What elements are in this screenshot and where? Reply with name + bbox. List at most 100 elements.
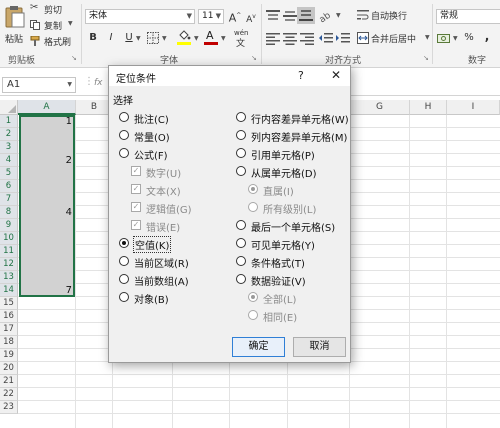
orientation-icon[interactable]: ab [319, 9, 335, 23]
comma-button[interactable]: , [480, 29, 494, 43]
cancel-button[interactable]: 取消 [293, 337, 346, 357]
merge-center-button[interactable]: 合并后居中 ▼ [357, 31, 433, 45]
row-header-6[interactable]: 6 [0, 180, 18, 193]
row-header-12[interactable]: 12 [0, 258, 18, 271]
row-header-7[interactable]: 7 [0, 193, 18, 206]
option-label: 行内容差异单元格(W) [251, 115, 349, 126]
row-header-8[interactable]: 8 [0, 206, 18, 219]
font-name-dropdown[interactable]: 宋体 ▼ [85, 9, 195, 24]
cell-a4[interactable]: 2 [20, 154, 72, 167]
align-bottom-icon [299, 10, 313, 21]
copy-button[interactable]: 复制 ▼ [30, 19, 74, 32]
radio-icon [119, 274, 129, 284]
chevron-down-icon: ▼ [336, 12, 341, 19]
fill-color-button[interactable] [176, 30, 192, 46]
row-header-11[interactable]: 11 [0, 245, 18, 258]
chevron-down-icon: ▼ [162, 35, 167, 42]
align-left-icon[interactable] [266, 33, 280, 45]
format-painter-label: 格式刷 [44, 38, 72, 48]
checkbox-icon: ✓ [131, 184, 141, 194]
column-header-h[interactable]: H [410, 100, 447, 115]
number-format-value: 常规 [440, 11, 459, 21]
row-header-16[interactable]: 16 [0, 310, 18, 323]
row-header-3[interactable]: 3 [0, 141, 18, 154]
align-top-icon[interactable] [266, 10, 280, 22]
row-header-14[interactable]: 14 [0, 284, 18, 297]
phonetic-char: 文 [236, 39, 246, 49]
bold-button[interactable]: B [86, 31, 100, 45]
increase-font-button[interactable]: A^ [228, 9, 242, 25]
column-header-a[interactable]: A [18, 100, 76, 115]
row-header-21[interactable]: 21 [0, 375, 18, 388]
borders-icon[interactable] [147, 32, 159, 44]
phonetic-button[interactable]: wén 文 [234, 29, 256, 49]
align-bottom-button[interactable] [297, 7, 315, 24]
row-header-15[interactable]: 15 [0, 297, 18, 310]
row-header-13[interactable]: 13 [0, 271, 18, 284]
underline-button[interactable]: U [122, 31, 136, 45]
cut-button[interactable]: ✂ 剪切 [30, 2, 74, 16]
close-icon[interactable]: ✕ [331, 68, 341, 82]
currency-icon[interactable] [437, 33, 451, 45]
option-label: 从属单元格(D) [251, 169, 317, 180]
option-label: 当前数组(A) [134, 277, 189, 288]
column-header-g[interactable]: G [350, 100, 410, 115]
italic-button[interactable]: I [104, 31, 118, 45]
row-header-4[interactable]: 4 [0, 154, 18, 167]
chevron-down-icon: ▼ [215, 12, 221, 20]
paste-button[interactable]: 粘贴 [2, 3, 28, 49]
row-header-22[interactable]: 22 [0, 388, 18, 401]
option-label: 可见单元格(Y) [251, 241, 315, 252]
align-center-icon[interactable] [283, 33, 297, 45]
checkbox-icon: ✓ [131, 202, 141, 212]
cell-a1[interactable]: 1 [20, 115, 72, 128]
row-header-9[interactable]: 9 [0, 219, 18, 232]
radio-icon [236, 148, 246, 158]
wrap-text-button[interactable]: 自动换行 [357, 8, 417, 22]
font-size-dropdown[interactable]: 11 ▼ [198, 9, 224, 24]
row-header-17[interactable]: 17 [0, 323, 18, 336]
help-icon[interactable]: ? [298, 69, 304, 82]
format-painter-button[interactable]: 格式刷 [30, 35, 78, 48]
radio-icon [248, 184, 258, 194]
merge-center-icon [357, 32, 369, 44]
radio-icon [236, 166, 246, 176]
row-header-23[interactable]: 23 [0, 401, 18, 414]
option-label: 逻辑值(G) [146, 205, 192, 216]
chevron-down-icon: ▼ [68, 20, 73, 27]
name-box[interactable]: A1 ▼ [2, 77, 76, 93]
number-format-dropdown[interactable]: 常规 [436, 9, 500, 24]
cell-a8[interactable]: 4 [20, 206, 72, 219]
formula-label: fx [94, 78, 103, 88]
font-color-bar [204, 42, 218, 45]
fx-icon: fx [94, 78, 103, 88]
percent-button[interactable]: % [462, 31, 476, 45]
row-header-19[interactable]: 19 [0, 349, 18, 362]
dialog-titlebar[interactable]: 定位条件 ? ✕ [109, 66, 350, 86]
select-all-corner[interactable] [0, 100, 18, 115]
row-header-2[interactable]: 2 [0, 128, 18, 141]
cell-a14[interactable]: 7 [20, 284, 72, 297]
option-label: 直属(I) [263, 187, 294, 198]
row-header-20[interactable]: 20 [0, 362, 18, 375]
chevron-down-icon: ▼ [221, 35, 226, 42]
ok-button[interactable]: 确定 [232, 337, 285, 357]
increase-indent-icon[interactable] [336, 33, 350, 45]
decrease-font-button[interactable]: Av [244, 10, 258, 25]
radio-icon [248, 292, 258, 302]
font-color-button[interactable]: A [203, 29, 219, 46]
row-header-1[interactable]: 1 [0, 115, 18, 128]
column-header-i[interactable]: I [447, 100, 500, 115]
italic-icon: I [109, 32, 113, 43]
decrease-indent-icon[interactable] [319, 33, 333, 45]
align-right-icon[interactable] [300, 33, 314, 45]
align-middle-icon[interactable] [283, 10, 297, 22]
dialog-launcher-icon: ↘ [423, 54, 429, 62]
font-color-icon: A [206, 29, 214, 42]
radio-icon [236, 274, 246, 284]
formula-bar-handle-icon: ⋮ [84, 76, 94, 87]
percent-icon: % [464, 32, 474, 43]
row-header-5[interactable]: 5 [0, 167, 18, 180]
row-header-18[interactable]: 18 [0, 336, 18, 349]
row-header-10[interactable]: 10 [0, 232, 18, 245]
